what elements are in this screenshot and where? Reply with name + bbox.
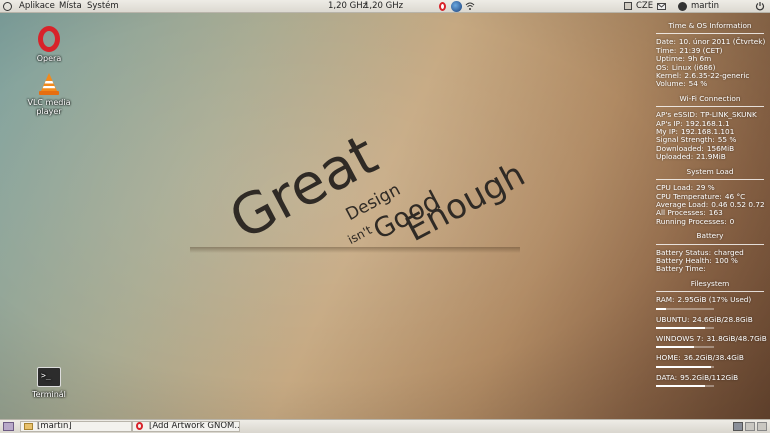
- cpu-freq-2[interactable]: 1,20 GHz: [364, 0, 403, 13]
- usage-bar: [656, 365, 714, 368]
- desktop-icon-label: Terminál: [32, 390, 66, 399]
- conky-row: Running Processes: 0: [656, 216, 735, 226]
- wifi-icon[interactable]: [465, 1, 475, 11]
- mail-envelope-icon[interactable]: [657, 2, 666, 11]
- divider: [656, 243, 764, 245]
- wallpaper-shadow: [190, 247, 520, 253]
- bottom-panel: [martin] [Add Artwork GNOM...: [0, 419, 770, 433]
- user-icon[interactable]: [678, 2, 687, 11]
- workspace-2-icon[interactable]: [745, 422, 755, 431]
- divider: [656, 179, 764, 181]
- taskbar-item-opera[interactable]: [Add Artwork GNOM...: [132, 421, 240, 432]
- conky-row: Uploaded: 21.9MiB: [656, 152, 726, 162]
- section-title-time-os: Time & OS Information: [668, 21, 752, 30]
- keyboard-icon[interactable]: [624, 2, 632, 10]
- opera-icon: [38, 26, 60, 52]
- folder-icon: [24, 423, 33, 430]
- menu-places[interactable]: Místa: [59, 0, 82, 13]
- power-icon[interactable]: [755, 1, 765, 11]
- desktop-icon-vlc[interactable]: VLC media player: [14, 72, 84, 116]
- divider: [656, 33, 764, 35]
- desktop-icon-opera[interactable]: Opera: [14, 26, 84, 63]
- cpu-freq-1[interactable]: 1,20 GHz: [328, 0, 367, 13]
- conky-monitor: Time & OS Information Date: 10. únor 2011…: [656, 21, 767, 393]
- conky-row: Battery Time:: [656, 264, 706, 274]
- usage-bar: [656, 346, 714, 349]
- conky-row: WINDOWS 7: 31.8GiB/48.7GiB: [656, 333, 767, 343]
- terminal-icon: >_: [37, 367, 61, 387]
- conky-row: UBUNTU: 24.6GiB/28.8GiB: [656, 314, 753, 324]
- menu-system[interactable]: Systém: [87, 0, 119, 13]
- usage-bar: [656, 307, 714, 310]
- wallpaper-word-isnt: isn't: [345, 222, 375, 247]
- top-panel: Aplikace Místa Systém 1,20 GHz 1,20 GHz …: [0, 0, 770, 13]
- desktop-icon-label: VLC media player: [27, 98, 71, 116]
- usage-bar: [656, 385, 714, 388]
- usage-bar: [656, 326, 714, 329]
- desktop-icon-label: Opera: [36, 54, 62, 63]
- conky-row: DATA: 95.2GiB/112GiB: [656, 372, 739, 382]
- opera-tray-icon[interactable]: [439, 2, 446, 11]
- section-title-battery: Battery: [696, 231, 724, 241]
- conky-row: Volume: 54 %: [656, 79, 708, 89]
- vlc-icon: [37, 72, 61, 96]
- conky-row: HOME: 36.2GiB/38.4GiB: [656, 353, 744, 363]
- network-globe-icon[interactable]: [451, 1, 462, 12]
- divider: [656, 106, 764, 108]
- section-title-system-load: System Load: [686, 166, 734, 176]
- show-desktop-icon[interactable]: [3, 422, 14, 431]
- menu-applications[interactable]: Aplikace: [19, 0, 55, 13]
- ubuntu-logo-icon[interactable]: [3, 2, 12, 11]
- keyboard-layout[interactable]: CZE: [636, 0, 653, 13]
- user-name[interactable]: martin: [691, 0, 719, 13]
- workspace-1-icon[interactable]: [733, 422, 743, 431]
- section-title-wifi: Wi-Fi Connection: [679, 93, 741, 103]
- section-title-filesystem: Filesystem: [690, 278, 730, 288]
- taskbar-item-folder[interactable]: [martin]: [20, 421, 132, 432]
- desktop-icon-terminal[interactable]: >_ Terminál: [14, 367, 84, 399]
- opera-icon: [136, 422, 143, 430]
- divider: [656, 291, 764, 293]
- conky-row: RAM: 2.95GiB (17% Used): [656, 295, 752, 305]
- trash-icon[interactable]: [757, 422, 767, 431]
